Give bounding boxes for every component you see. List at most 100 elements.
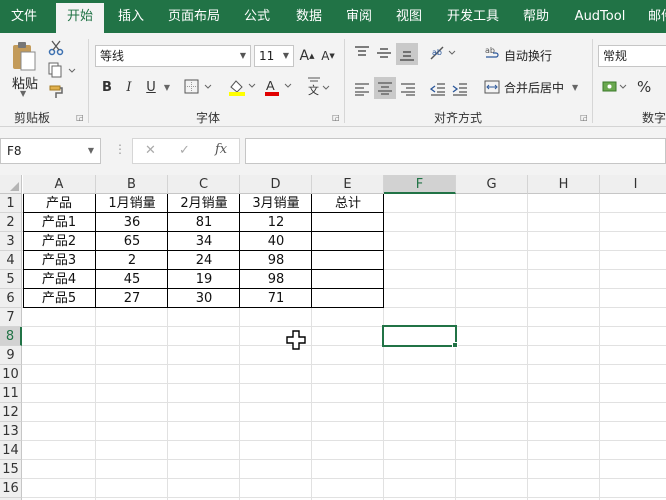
cell-c3[interactable]: 34 [168, 232, 240, 251]
tab-help[interactable]: 帮助 [514, 0, 558, 33]
column-header-g[interactable]: G [456, 175, 528, 194]
tab-mailings[interactable]: 邮件 [640, 0, 666, 33]
align-bottom-icon[interactable] [396, 43, 418, 65]
align-left-icon[interactable] [352, 79, 372, 99]
cell-e4[interactable] [312, 251, 384, 270]
row-header-3[interactable]: 3 [0, 232, 22, 251]
select-all-corner[interactable] [0, 175, 22, 194]
row-header-15[interactable]: 15 [0, 460, 22, 479]
align-middle-icon[interactable] [374, 43, 394, 63]
row-header-1[interactable]: 1 [0, 194, 22, 213]
cell-d3[interactable]: 40 [240, 232, 312, 251]
cell-e6[interactable] [312, 289, 384, 308]
tab-audtool[interactable]: AudTool [566, 0, 634, 33]
tab-data[interactable]: 数据 [288, 0, 330, 33]
column-header-d[interactable]: D [240, 175, 312, 194]
fill-handle[interactable] [452, 342, 458, 348]
tab-review[interactable]: 审阅 [338, 0, 380, 33]
copy-icon[interactable] [46, 61, 78, 79]
format-painter-icon[interactable] [46, 83, 66, 101]
align-right-icon[interactable] [398, 79, 418, 99]
cell-a3[interactable]: 产品2 [23, 232, 95, 251]
phonetic-guide-icon[interactable]: 文 [304, 73, 332, 99]
fill-color-icon[interactable] [226, 77, 260, 97]
cell-c1[interactable]: 2月销量 [168, 194, 240, 213]
row-header-4[interactable]: 4 [0, 251, 22, 270]
tab-view[interactable]: 视图 [388, 0, 430, 33]
cell-c5[interactable]: 19 [168, 270, 240, 289]
insert-function-icon[interactable]: fx [215, 142, 227, 157]
decrease-font-icon[interactable]: A ▼ [318, 45, 338, 67]
tab-home[interactable]: 开始 [56, 3, 104, 33]
decrease-indent-icon[interactable] [428, 79, 448, 99]
cell-d5[interactable]: 98 [240, 270, 312, 289]
cell-d6[interactable]: 71 [240, 289, 312, 308]
cell-a6[interactable]: 产品5 [23, 289, 95, 308]
cut-icon[interactable] [46, 39, 66, 57]
font-launcher-icon[interactable]: ◲ [332, 113, 340, 122]
name-box[interactable]: F8 ▼ [0, 138, 101, 164]
merge-center-button[interactable]: 合并后居中 [504, 79, 564, 96]
enter-icon[interactable]: ✓ [179, 143, 190, 158]
tab-formulas[interactable]: 公式 [236, 0, 278, 33]
paste-icon[interactable] [8, 39, 40, 73]
cell-b6[interactable]: 27 [96, 289, 168, 308]
cell-b1[interactable]: 1月销量 [96, 194, 168, 213]
row-header-6[interactable]: 6 [0, 289, 22, 308]
row-header-16[interactable]: 16 [0, 479, 22, 498]
align-center-icon[interactable] [374, 77, 396, 99]
font-name-select[interactable]: 等线 ▼ [95, 45, 251, 67]
cell-a5[interactable]: 产品4 [23, 270, 95, 289]
column-header-h[interactable]: H [528, 175, 600, 194]
tab-insert[interactable]: 插入 [108, 0, 154, 33]
cell-a1[interactable]: 产品 [23, 194, 95, 213]
row-header-10[interactable]: 10 [0, 365, 22, 384]
tab-page-layout[interactable]: 页面布局 [162, 0, 226, 33]
increase-indent-icon[interactable] [450, 79, 470, 99]
align-top-icon[interactable] [352, 43, 372, 63]
column-header-f[interactable]: F [384, 175, 456, 194]
paste-dropdown-icon[interactable]: ▼ [20, 89, 26, 98]
row-header-7[interactable]: 7 [0, 308, 22, 327]
alignment-launcher-icon[interactable]: ◲ [580, 113, 588, 122]
cell-d1[interactable]: 3月销量 [240, 194, 312, 213]
active-cell-f8[interactable] [382, 325, 457, 347]
column-header-a[interactable]: A [23, 175, 96, 194]
cell-c6[interactable]: 30 [168, 289, 240, 308]
number-format-select[interactable]: 常规 [598, 45, 666, 67]
cell-e1[interactable]: 总计 [312, 194, 384, 213]
tab-developer[interactable]: 开发工具 [440, 0, 506, 33]
increase-font-icon[interactable]: A ▲ [297, 45, 317, 67]
merge-center-icon[interactable] [482, 77, 502, 97]
cell-e3[interactable] [312, 232, 384, 251]
cell-b3[interactable]: 65 [96, 232, 168, 251]
row-header-13[interactable]: 13 [0, 422, 22, 441]
row-header-12[interactable]: 12 [0, 403, 22, 422]
cell-b5[interactable]: 45 [96, 270, 168, 289]
tab-file[interactable]: 文件 [0, 0, 48, 33]
underline-dropdown-icon[interactable]: ▼ [162, 81, 172, 93]
cell-c2[interactable]: 81 [168, 213, 240, 232]
merge-dropdown-icon[interactable]: ▼ [572, 83, 578, 92]
wrap-text-button[interactable]: 自动换行 [504, 47, 552, 64]
row-header-5[interactable]: 5 [0, 270, 22, 289]
cell-b2[interactable]: 36 [96, 213, 168, 232]
font-size-select[interactable]: 11 ▼ [254, 45, 294, 67]
column-header-i[interactable]: I [600, 175, 666, 194]
row-header-8[interactable]: 8 [0, 327, 22, 346]
orientation-icon[interactable]: ab [428, 43, 460, 63]
cell-e2[interactable] [312, 213, 384, 232]
column-header-c[interactable]: C [168, 175, 240, 194]
cell-a4[interactable]: 产品3 [23, 251, 95, 270]
accounting-format-icon[interactable] [600, 77, 630, 97]
worksheet-grid[interactable]: A B C D E F G H I 1 2 3 4 5 6 7 8 9 10 1… [0, 175, 666, 500]
row-header-14[interactable]: 14 [0, 441, 22, 460]
formula-input[interactable] [245, 138, 666, 164]
cancel-icon[interactable]: ✕ [145, 143, 156, 158]
percent-button[interactable]: % [637, 78, 651, 96]
row-header-9[interactable]: 9 [0, 346, 22, 365]
column-header-e[interactable]: E [312, 175, 384, 194]
bold-button[interactable]: B [98, 77, 116, 97]
cell-e5[interactable] [312, 270, 384, 289]
cell-d2[interactable]: 12 [240, 213, 312, 232]
